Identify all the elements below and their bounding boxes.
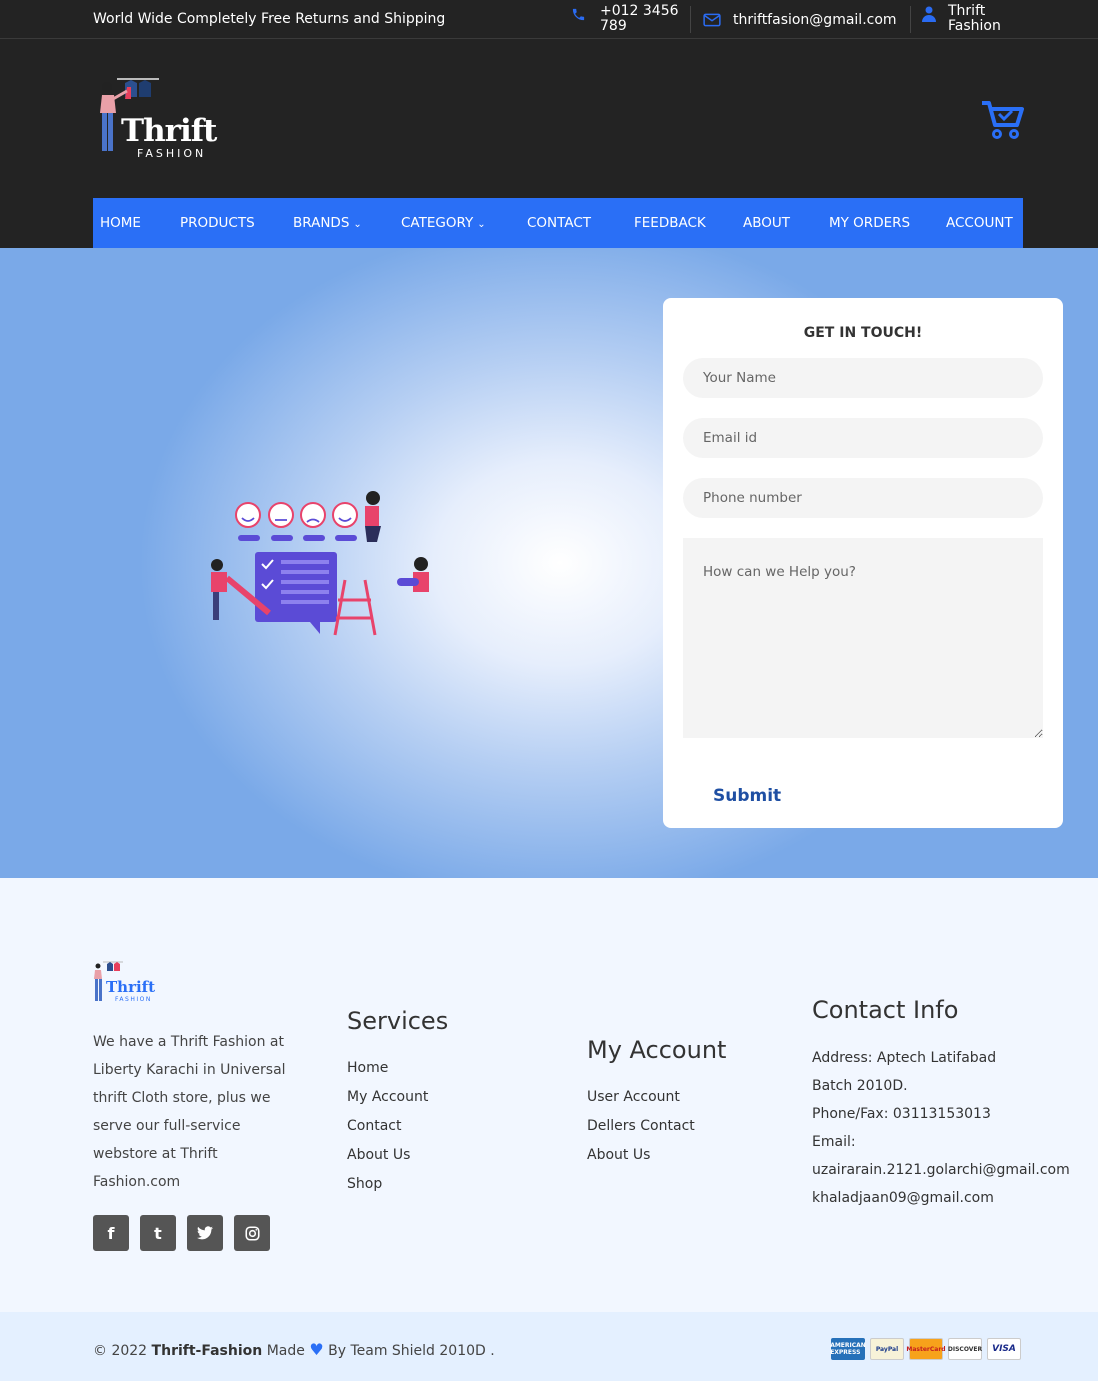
my-account-title: My Account xyxy=(587,1036,727,1064)
phone-number: +012 3456 789 xyxy=(600,3,679,34)
cart-icon[interactable] xyxy=(980,99,1024,141)
topbar-divider xyxy=(690,6,691,33)
contact-email-1[interactable]: uzairarain.2121.golarchi@gmail.com xyxy=(812,1156,1070,1184)
phone-field[interactable] xyxy=(683,478,1043,518)
contact-form: GET IN TOUCH! Submit xyxy=(663,298,1063,828)
heart-icon: ♥ xyxy=(309,1340,324,1359)
contact-info: Address: Aptech Latifabad Batch 2010D. P… xyxy=(812,1044,1070,1212)
account-list: User Account Dellers Contact About Us xyxy=(587,1083,695,1170)
main-nav: HOME PRODUCTS BRANDS ⌄ CATEGORY ⌄ CONTACT … xyxy=(93,198,1023,248)
envelope-icon xyxy=(703,13,721,27)
form-title: GET IN TOUCH! xyxy=(803,325,923,341)
email-contact[interactable]: thriftfasion@gmail.com xyxy=(703,12,897,28)
payment-methods: AMERICAN EXPRESS PayPal MasterCard DISCO… xyxy=(830,1338,1021,1360)
footer-about-text: We have a Thrift Fashion at Liberty Kara… xyxy=(93,1034,286,1190)
contact-address: Address: Aptech Latifabad xyxy=(812,1050,997,1066)
twitter-bird-icon xyxy=(197,1226,213,1240)
copyright-made: Made xyxy=(266,1343,305,1359)
contact-email-2[interactable]: khaladjaan09@gmail.com xyxy=(812,1184,1070,1212)
footer-link-about-us[interactable]: About Us xyxy=(347,1141,428,1170)
chevron-down-icon: ⌄ xyxy=(477,219,486,230)
footer-link-shop[interactable]: Shop xyxy=(347,1170,428,1199)
contact-hero: GET IN TOUCH! Submit xyxy=(0,248,1098,878)
user-icon xyxy=(922,6,936,22)
mastercard-icon: MasterCard xyxy=(906,1338,946,1360)
email-field[interactable] xyxy=(683,418,1043,458)
name-field[interactable] xyxy=(683,358,1043,398)
phone-contact[interactable]: +012 3456 789 xyxy=(571,4,684,34)
copyright-text: © 2022 Thrift-Fashion Made ♥ By Team Shi… xyxy=(93,1340,495,1359)
topbar-divider xyxy=(910,6,911,33)
contact-email-label: Email: xyxy=(812,1134,856,1150)
footer-link-user-account[interactable]: User Account xyxy=(587,1083,695,1112)
facebook-icon[interactable]: f xyxy=(93,1215,129,1251)
user-name: Thrift Fashion xyxy=(948,3,1001,34)
copyright-bar: © 2022 Thrift-Fashion Made ♥ By Team Shi… xyxy=(0,1312,1098,1381)
logo-title: Thrift xyxy=(121,113,217,149)
feedback-illustration xyxy=(211,491,429,636)
instagram-icon[interactable] xyxy=(234,1215,270,1251)
contact-batch: Batch 2010D. xyxy=(812,1078,908,1094)
amex-icon: AMERICAN EXPRESS xyxy=(830,1338,866,1360)
chevron-down-icon: ⌄ xyxy=(353,219,362,230)
footer-link-home[interactable]: Home xyxy=(347,1054,428,1083)
copyright-year: © 2022 xyxy=(93,1343,148,1359)
message-field[interactable] xyxy=(683,538,1043,738)
site-header: Thrift FASHION HOME PRODUCTS BRANDS ⌄ CAT… xyxy=(0,39,1098,248)
phone-icon xyxy=(572,8,585,20)
footer-link-contact[interactable]: Contact xyxy=(347,1112,428,1141)
site-footer: Thrift FASHION We have a Thrift Fashion … xyxy=(0,878,1098,1312)
nav-feedback[interactable]: FEEDBACK xyxy=(634,215,706,231)
footer-link-my-account[interactable]: My Account xyxy=(347,1083,428,1112)
footer-logo[interactable]: Thrift FASHION xyxy=(93,960,155,1008)
user-account-link[interactable]: Thrift Fashion xyxy=(922,4,1018,34)
copyright-team: By Team Shield 2010D . xyxy=(328,1343,495,1359)
footer-link-about-us[interactable]: About Us xyxy=(587,1141,695,1170)
promo-text: World Wide Completely Free Returns and S… xyxy=(93,11,446,27)
nav-category[interactable]: CATEGORY ⌄ xyxy=(401,215,486,231)
footer-link-dellers-contact[interactable]: Dellers Contact xyxy=(587,1112,695,1141)
top-bar: World Wide Completely Free Returns and S… xyxy=(0,0,1098,39)
visa-icon: VISA xyxy=(987,1338,1021,1360)
paypal-icon: PayPal xyxy=(870,1338,904,1360)
tumblr-icon[interactable]: t xyxy=(140,1215,176,1251)
email-address: thriftfasion@gmail.com xyxy=(733,12,897,28)
twitter-icon[interactable] xyxy=(187,1215,223,1251)
submit-button[interactable]: Submit xyxy=(713,786,781,806)
contact-phone: Phone/Fax: 03113153013 xyxy=(812,1106,991,1122)
nav-products[interactable]: PRODUCTS xyxy=(180,215,255,231)
services-list: Home My Account Contact About Us Shop xyxy=(347,1054,428,1199)
nav-home[interactable]: HOME xyxy=(100,215,141,231)
footer-logo-subtitle: FASHION xyxy=(115,996,152,1003)
instagram-glyph-icon xyxy=(244,1225,260,1241)
site-logo[interactable]: Thrift FASHION xyxy=(97,75,217,165)
nav-brands[interactable]: BRANDS ⌄ xyxy=(293,215,362,231)
nav-about[interactable]: ABOUT xyxy=(743,215,790,231)
logo-subtitle: FASHION xyxy=(137,147,207,160)
services-title: Services xyxy=(347,1007,449,1035)
footer-logo-title: Thrift xyxy=(106,978,156,996)
nav-account[interactable]: ACCOUNT xyxy=(946,215,1013,231)
nav-my-orders[interactable]: MY ORDERS xyxy=(829,215,910,231)
nav-contact[interactable]: CONTACT xyxy=(527,215,591,231)
discover-icon: DISCOVER xyxy=(948,1338,982,1360)
contact-info-title: Contact Info xyxy=(812,996,959,1024)
copyright-brand: Thrift-Fashion xyxy=(151,1343,263,1359)
